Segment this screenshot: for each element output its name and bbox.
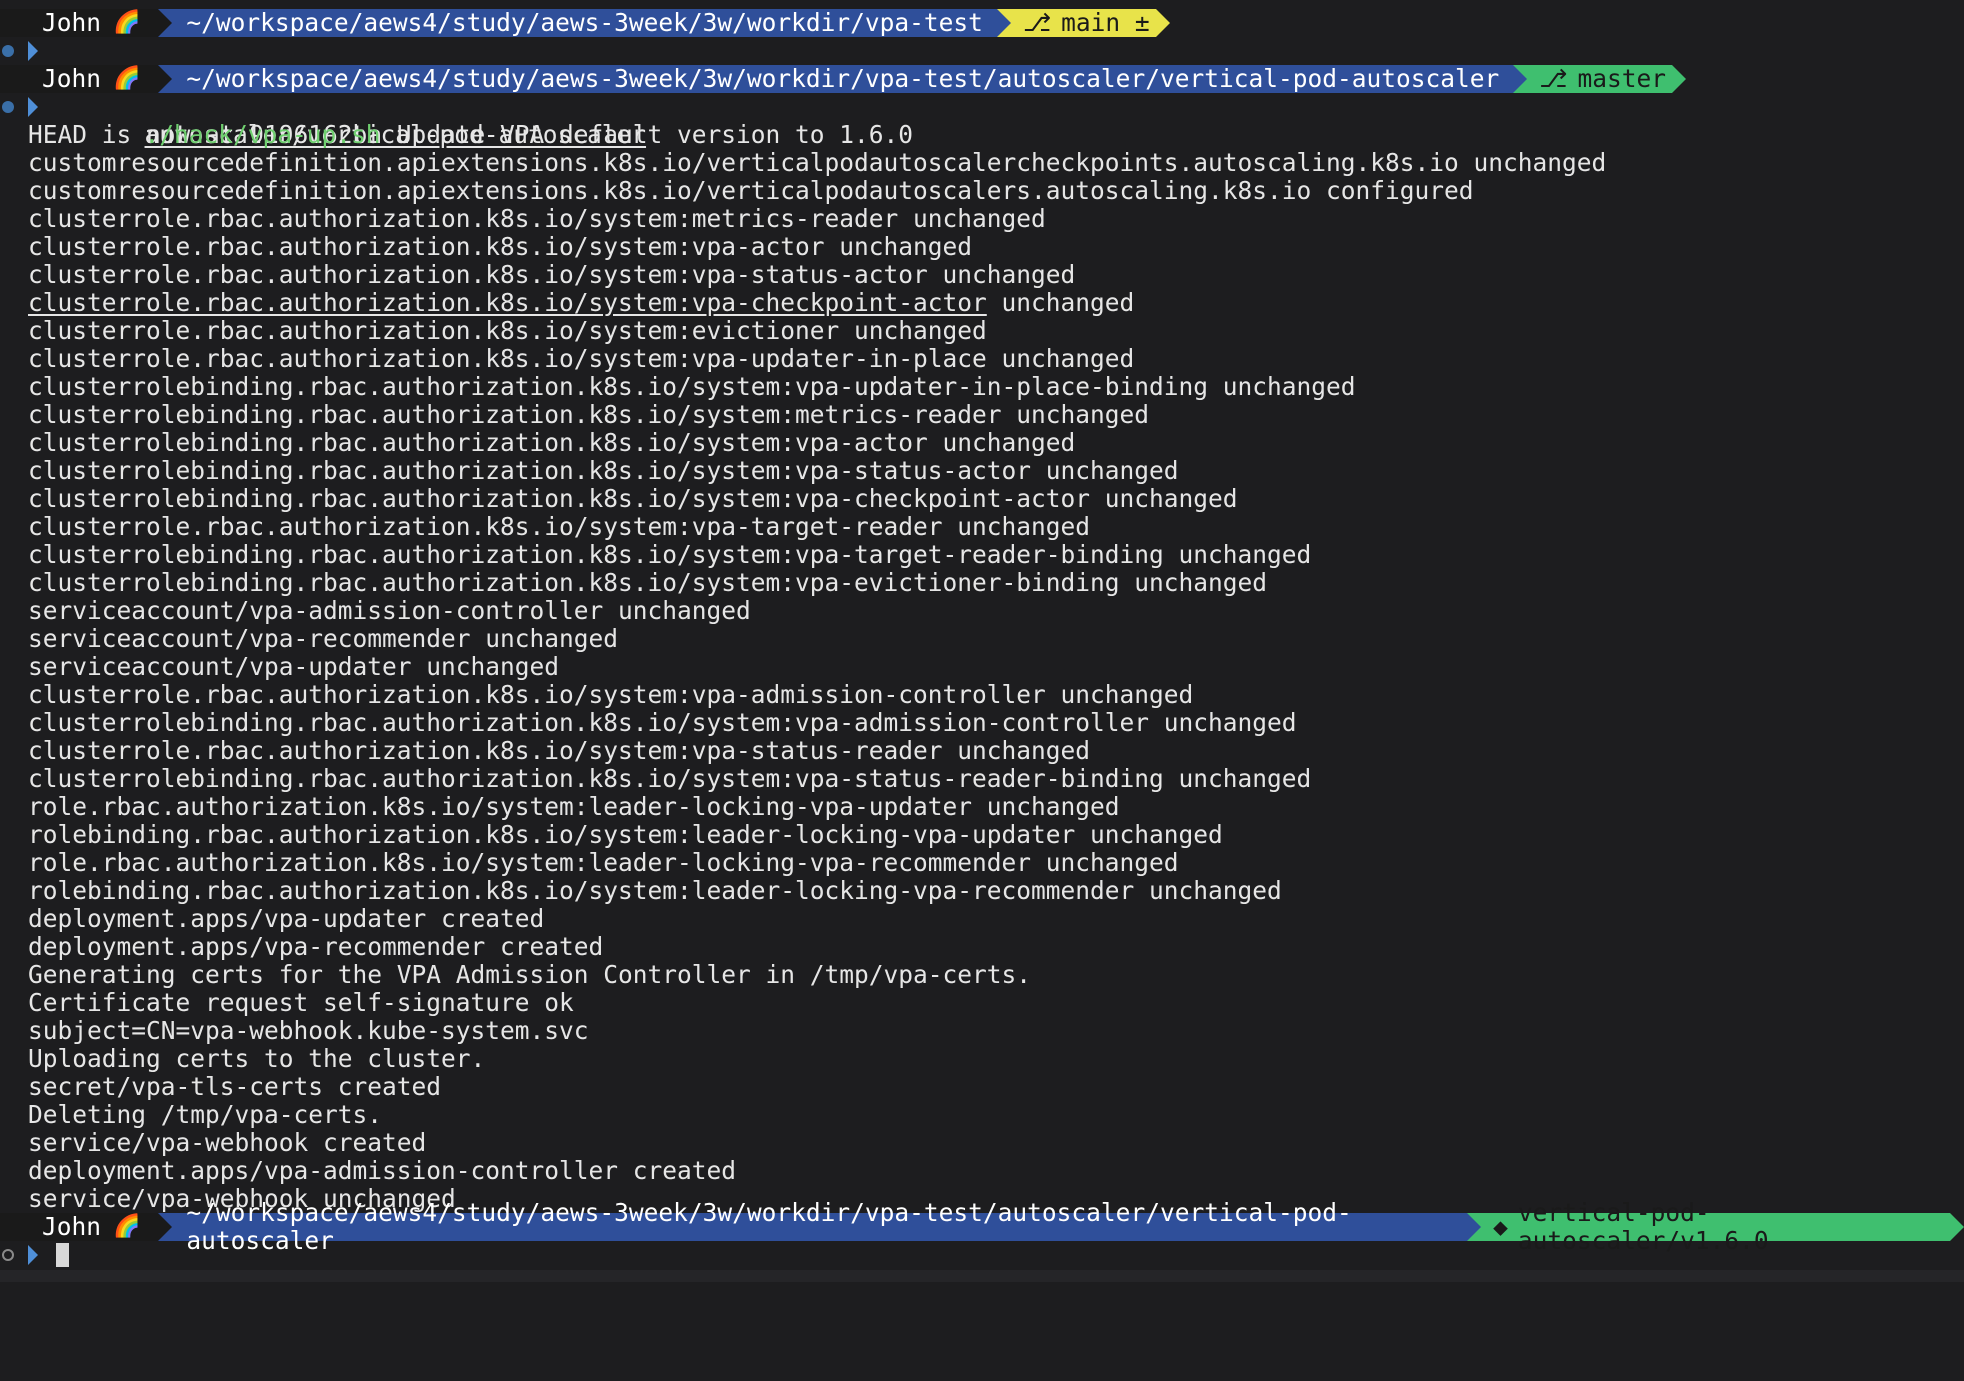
prompt-user-segment: John 🌈 bbox=[0, 8, 159, 37]
command-line-2: ./hack/vpa-up.sh bbox=[0, 93, 1964, 149]
command-status-dot bbox=[2, 45, 14, 57]
output-line: Certificate request self-signature ok bbox=[28, 988, 574, 1017]
prompt-user: John bbox=[42, 8, 102, 37]
output-line: clusterrole.rbac.authorization.k8s.io/sy… bbox=[0, 289, 1964, 317]
output-line: clusterrolebinding.rbac.authorization.k8… bbox=[28, 764, 1312, 793]
rainbow-icon: 🌈 bbox=[113, 66, 141, 91]
output-line: clusterrolebinding.rbac.authorization.k8… bbox=[28, 484, 1238, 513]
output-line: serviceaccount/vpa-admission-controller … bbox=[28, 596, 751, 625]
command-line-1: cd autoscaler/vertical-pod-autoscaler bbox=[0, 37, 1964, 149]
prompt-caret-icon bbox=[28, 97, 38, 117]
output-line: role.rbac.authorization.k8s.io/system:le… bbox=[28, 792, 1120, 821]
output-line: secret/vpa-tls-certs created bbox=[28, 1072, 442, 1101]
output-line: clusterrole.rbac.authorization.k8s.io/sy… bbox=[28, 316, 987, 345]
output-line: deployment.apps/vpa-recommender created bbox=[28, 932, 604, 961]
terminal-window[interactable]: John 🌈 ~/workspace/aews4/study/aews-3wee… bbox=[0, 9, 1964, 1269]
output-line: service/vpa-webhook created bbox=[28, 1128, 427, 1157]
output-line: clusterrolebinding.rbac.authorization.k8… bbox=[28, 428, 1076, 457]
prompt-path: ~/workspace/aews4/study/aews-3week/3w/wo… bbox=[186, 64, 1500, 93]
segment-separator-icon bbox=[158, 65, 173, 93]
git-tag-icon: ◆ bbox=[1493, 1212, 1508, 1241]
output-line: serviceaccount/vpa-updater unchanged bbox=[28, 652, 560, 681]
output-line: Generating certs for the VPA Admission C… bbox=[28, 960, 1032, 989]
git-branch-icon: ⎇ bbox=[1539, 64, 1568, 93]
prompt-directory: ~/workspace/aews4/study/aews-3week/3w/wo… bbox=[172, 9, 997, 37]
rainbow-icon: 🌈 bbox=[113, 1214, 141, 1239]
output-link[interactable]: clusterrole.rbac.authorization.k8s.io/sy… bbox=[28, 288, 987, 317]
segment-end-icon bbox=[1155, 9, 1170, 37]
output-line: clusterrolebinding.rbac.authorization.k8… bbox=[28, 568, 1268, 597]
command-output: HEAD is now at 9196162ba Update VPA defa… bbox=[0, 121, 1964, 1213]
text-cursor[interactable] bbox=[56, 1243, 69, 1267]
output-line: Uploading certs to the cluster. bbox=[28, 1044, 486, 1073]
output-line: clusterrolebinding.rbac.authorization.k8… bbox=[28, 456, 1179, 485]
output-status: unchanged bbox=[986, 288, 1135, 317]
prompt-user: John bbox=[42, 64, 102, 93]
output-line: Deleting /tmp/vpa-certs. bbox=[28, 1100, 383, 1129]
output-line: role.rbac.authorization.k8s.io/system:le… bbox=[28, 848, 1179, 877]
output-line: clusterrolebinding.rbac.authorization.k8… bbox=[28, 400, 1150, 429]
output-line: deployment.apps/vpa-admission-controller… bbox=[28, 1156, 737, 1185]
segment-separator-icon bbox=[158, 1213, 173, 1241]
terminal-bottom-edge bbox=[0, 1270, 1964, 1282]
prompt-git-status: ⎇ master bbox=[1527, 65, 1672, 93]
output-line: clusterrolebinding.rbac.authorization.k8… bbox=[28, 372, 1356, 401]
active-input-line[interactable] bbox=[0, 1241, 1964, 1269]
output-line: clusterrole.rbac.authorization.k8s.io/sy… bbox=[28, 232, 973, 261]
output-line: customresourcedefinition.apiextensions.k… bbox=[28, 176, 1474, 205]
output-line: subject=CN=vpa-webhook.kube-system.svc bbox=[28, 1016, 589, 1045]
command-name: ./hack/vpa-up.sh bbox=[144, 120, 381, 149]
prompt-user-segment: John 🌈 bbox=[0, 1212, 159, 1241]
output-line: clusterrole.rbac.authorization.k8s.io/sy… bbox=[28, 260, 1076, 289]
segment-end-icon bbox=[1950, 1213, 1964, 1241]
git-branch-label: master bbox=[1577, 64, 1666, 93]
output-line: clusterrole.rbac.authorization.k8s.io/sy… bbox=[28, 736, 1091, 765]
segment-separator-icon bbox=[996, 9, 1011, 37]
output-line: clusterrole.rbac.authorization.k8s.io/sy… bbox=[28, 512, 1091, 541]
prompt-directory: ~/workspace/aews4/study/aews-3week/3w/wo… bbox=[172, 1199, 1468, 1255]
segment-separator-icon bbox=[1513, 65, 1528, 93]
output-line: clusterrole.rbac.authorization.k8s.io/sy… bbox=[28, 680, 1194, 709]
prompt-line-2: John 🌈 ~/workspace/aews4/study/aews-3wee… bbox=[0, 65, 1964, 93]
command-status-dot bbox=[2, 1249, 14, 1261]
prompt-caret-icon bbox=[28, 41, 38, 61]
rainbow-icon: 🌈 bbox=[113, 10, 141, 35]
output-line: deployment.apps/vpa-updater created bbox=[28, 904, 545, 933]
prompt-user: John bbox=[42, 1212, 102, 1241]
output-line: clusterrole.rbac.authorization.k8s.io/sy… bbox=[28, 344, 1135, 373]
output-line: clusterrole.rbac.authorization.k8s.io/sy… bbox=[28, 204, 1046, 233]
output-line: rolebinding.rbac.authorization.k8s.io/sy… bbox=[28, 876, 1282, 905]
output-line: clusterrolebinding.rbac.authorization.k8… bbox=[28, 540, 1312, 569]
output-line: rolebinding.rbac.authorization.k8s.io/sy… bbox=[28, 820, 1223, 849]
output-line: clusterrolebinding.rbac.authorization.k8… bbox=[28, 708, 1297, 737]
command-status-dot bbox=[2, 101, 14, 113]
git-branch-icon: ⎇ bbox=[1022, 8, 1052, 37]
prompt-git-status: ◆ vertical-pod-autoscaler/v1.6.0 bbox=[1481, 1199, 1950, 1255]
git-branch-label: main ± bbox=[1061, 8, 1150, 37]
prompt-git-status: ⎇ main ± bbox=[1010, 8, 1156, 37]
segment-separator-icon bbox=[158, 9, 173, 37]
prompt-path: ~/workspace/aews4/study/aews-3week/3w/wo… bbox=[186, 8, 983, 37]
prompt-directory: ~/workspace/aews4/study/aews-3week/3w/wo… bbox=[172, 64, 1514, 93]
prompt-caret-icon bbox=[28, 1245, 38, 1265]
output-line: serviceaccount/vpa-recommender unchanged bbox=[28, 624, 619, 653]
prompt-line-1: John 🌈 ~/workspace/aews4/study/aews-3wee… bbox=[0, 9, 1964, 37]
segment-end-icon bbox=[1671, 65, 1686, 93]
prompt-user-segment: John 🌈 bbox=[0, 64, 159, 93]
segment-separator-icon bbox=[1467, 1213, 1482, 1241]
prompt-line-3: John 🌈 ~/workspace/aews4/study/aews-3wee… bbox=[0, 1199, 1964, 1255]
